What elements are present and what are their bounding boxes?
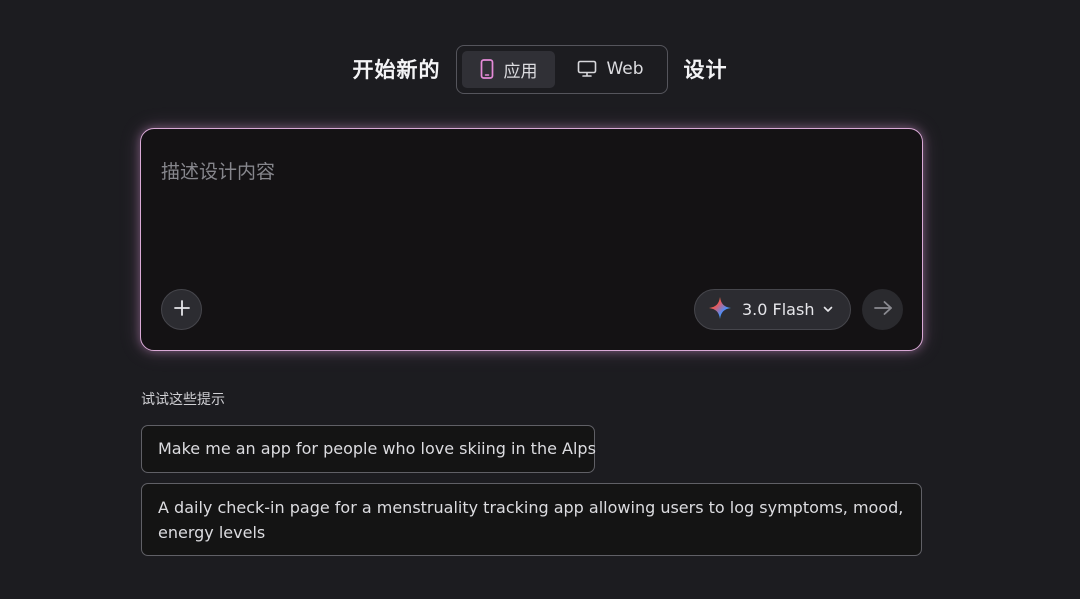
suggestions-title: 试试这些提示	[141, 392, 225, 408]
plus-icon	[173, 299, 191, 321]
prompt-input[interactable]	[161, 157, 901, 277]
mode-tab-web-label: Web	[606, 59, 644, 79]
arrow-right-icon	[873, 300, 893, 320]
model-selector[interactable]: 3.0 Flash	[694, 289, 851, 330]
send-button[interactable]	[862, 289, 903, 330]
heading-prefix: 开始新的	[352, 58, 441, 82]
header: 开始新的 应用 Web 设计	[0, 44, 1080, 94]
heading-suffix: 设计	[683, 58, 728, 82]
prompt-box: 3.0 Flash	[140, 128, 923, 351]
monitor-icon	[577, 60, 597, 78]
suggestion-chip[interactable]: Make me an app for people who love skiin…	[141, 425, 596, 473]
mode-toggle: 应用 Web	[456, 44, 668, 94]
chevron-down-icon	[822, 300, 834, 319]
mode-tab-web[interactable]: Web	[559, 51, 661, 88]
suggestion-chip[interactable]: A daily check-in page for a menstruality…	[141, 483, 922, 556]
add-attachment-button[interactable]	[161, 289, 202, 330]
model-label: 3.0 Flash	[742, 300, 815, 319]
sparkle-icon	[708, 296, 732, 324]
mode-tab-app-label: 应用	[503, 61, 538, 82]
phone-icon	[480, 59, 494, 79]
page: 开始新的 应用 Web 设计 描述设计内容 3.0 Flash 试试这些提示 M…	[0, 0, 1080, 599]
mode-tab-app[interactable]: 应用	[462, 50, 556, 88]
